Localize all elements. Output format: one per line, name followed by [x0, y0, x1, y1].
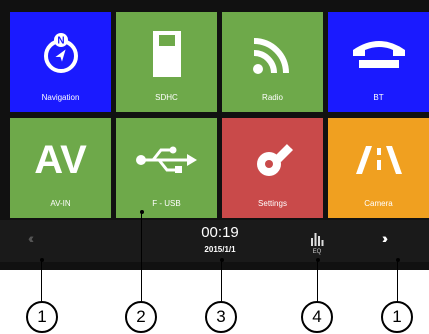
tile-label: Camera — [364, 199, 393, 208]
tile-av-in[interactable]: AV AV-IN — [10, 118, 111, 218]
tile-f-usb[interactable]: F - USB — [116, 118, 217, 218]
next-page-button[interactable]: ››› — [382, 230, 388, 246]
tile-camera[interactable]: Camera — [328, 118, 429, 218]
tile-radio[interactable]: Radio — [222, 12, 323, 112]
leader-line — [41, 260, 42, 304]
leader-line — [317, 260, 318, 304]
tile-sdhc[interactable]: SDHC — [116, 12, 217, 112]
tile-label: Settings — [258, 199, 287, 208]
sd-card-icon — [116, 24, 217, 84]
equalizer-icon — [311, 233, 324, 246]
wrench-icon — [222, 130, 323, 190]
leader-line — [397, 260, 398, 304]
leader-line — [221, 260, 222, 304]
svg-text:N: N — [57, 36, 64, 47]
leader-line — [141, 212, 142, 304]
av-icon: AV — [10, 130, 111, 190]
tile-label: SDHC — [155, 93, 178, 102]
av-glyph: AV — [34, 137, 87, 182]
callout-1-right: 1 — [381, 301, 413, 333]
tile-settings[interactable]: Settings — [222, 118, 323, 218]
tile-label: Radio — [262, 93, 283, 102]
head-unit-screen: N Navigation SDHC Radio BT AV AV-IN F - … — [0, 0, 429, 270]
tile-label: Navigation — [41, 93, 80, 102]
clock-time: 00:19 — [201, 224, 239, 241]
tile-label: F - USB — [152, 199, 181, 208]
tile-navigation[interactable]: N Navigation — [10, 12, 111, 112]
tile-bt[interactable]: BT — [328, 12, 429, 112]
tile-label: BT — [373, 93, 384, 102]
usb-icon — [116, 130, 217, 190]
eq-label: EQ — [312, 249, 322, 255]
prev-page-button[interactable]: ‹‹‹ — [28, 230, 34, 246]
road-icon — [328, 130, 429, 190]
compass-icon: N — [10, 24, 111, 84]
callout-1-left: 1 — [26, 301, 58, 333]
clock-date: 2015/1/1 — [204, 245, 236, 254]
phone-handset-icon — [328, 24, 429, 84]
radio-waves-icon — [222, 24, 323, 84]
tile-label: AV-IN — [50, 199, 71, 208]
callout-2: 2 — [125, 301, 157, 333]
callout-3: 3 — [205, 301, 237, 333]
callout-4: 4 — [301, 301, 333, 333]
